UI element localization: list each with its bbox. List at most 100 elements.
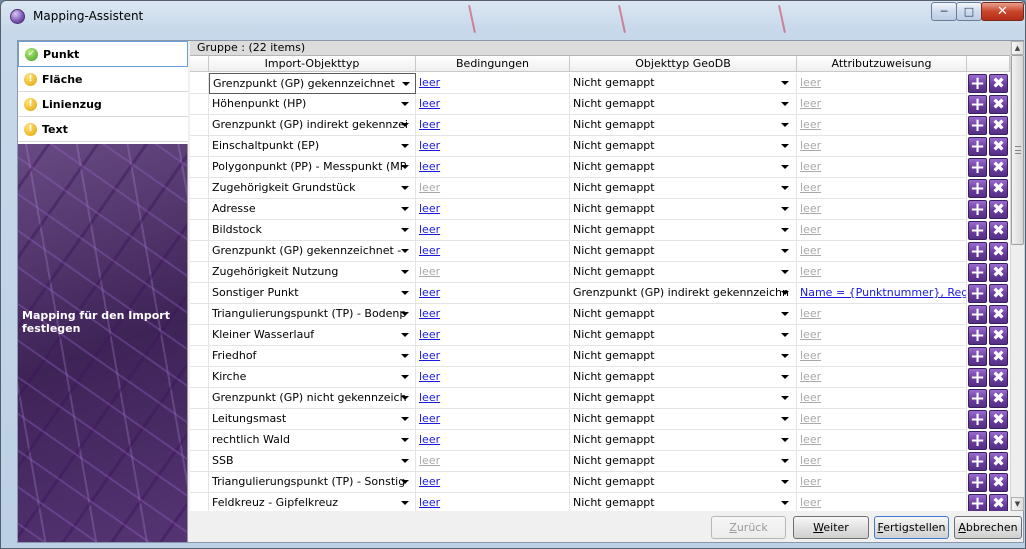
geodb-type-combo[interactable]: Nicht gemappt [570,178,797,199]
import-type-combo[interactable]: Leitungsmast [209,409,416,430]
table-row[interactable]: Leitungsmast leer Nicht gemappt leer + ✖ [190,409,1010,430]
dropdown-arrow-icon[interactable] [781,165,789,169]
conditions-link[interactable]: leer [419,202,440,215]
row-indicator[interactable] [190,472,209,493]
attribute-assignment-link[interactable]: leer [800,307,821,320]
attribute-assignment-cell[interactable]: Name = {Punktnummer}, Region [797,283,967,304]
dropdown-arrow-icon[interactable] [401,417,409,421]
row-indicator[interactable] [190,367,209,388]
dropdown-arrow-icon[interactable] [402,82,410,86]
add-row-button[interactable]: + [968,74,987,93]
row-indicator[interactable] [190,136,209,157]
column-header-import-type[interactable]: Import-Objekttyp [209,56,416,72]
add-row-button[interactable]: + [968,305,987,324]
row-indicator[interactable] [190,178,209,199]
table-row[interactable]: Kirche leer Nicht gemappt leer + ✖ [190,367,1010,388]
add-row-button[interactable]: + [968,326,987,345]
geodb-type-combo[interactable]: Nicht gemappt [570,73,797,94]
attribute-assignment-cell[interactable]: leer [797,115,967,136]
row-indicator[interactable] [190,409,209,430]
attribute-assignment-link[interactable]: leer [800,391,821,404]
delete-row-button[interactable]: ✖ [989,284,1008,303]
row-indicator[interactable] [190,73,209,94]
add-row-button[interactable]: + [968,347,987,366]
attribute-assignment-link[interactable]: leer [800,244,821,257]
import-type-combo[interactable]: Kirche [209,367,416,388]
conditions-cell[interactable]: leer [416,451,570,472]
add-row-button[interactable]: + [968,137,987,156]
row-indicator[interactable] [190,199,209,220]
conditions-cell[interactable]: leer [416,73,570,94]
finish-button[interactable]: Fertigstellen [874,516,949,539]
import-type-combo[interactable]: Grenzpunkt (GP) gekennzeichnet - [209,241,416,262]
attribute-assignment-cell[interactable]: leer [797,220,967,241]
row-indicator[interactable] [190,157,209,178]
column-header-geodb-type[interactable]: Objekttyp GeoDB [570,56,797,72]
dropdown-arrow-icon[interactable] [781,186,789,190]
conditions-link[interactable]: leer [419,496,440,509]
conditions-cell[interactable]: leer [416,157,570,178]
delete-row-button[interactable]: ✖ [989,494,1008,511]
add-row-button[interactable]: + [968,179,987,198]
row-indicator[interactable] [190,325,209,346]
geodb-type-combo[interactable]: Nicht gemappt [570,241,797,262]
import-type-combo[interactable]: Triangulierungspunkt (TP) - Sonstig [209,472,416,493]
table-row[interactable]: Kleiner Wasserlauf leer Nicht gemappt leer +… [190,325,1010,346]
attribute-assignment-link[interactable]: leer [800,412,821,425]
add-row-button[interactable]: + [968,494,987,511]
attribute-assignment-link[interactable]: leer [800,139,821,152]
conditions-cell[interactable]: leer [416,472,570,493]
geodb-type-combo[interactable]: Nicht gemappt [570,94,797,115]
conditions-cell[interactable]: leer [416,178,570,199]
geodb-type-combo[interactable]: Nicht gemappt [570,409,797,430]
conditions-link[interactable]: leer [419,391,440,404]
table-row[interactable]: Adresse leer Nicht gemappt leer + ✖ [190,199,1010,220]
geodb-type-combo[interactable]: Nicht gemappt [570,199,797,220]
geodb-type-combo[interactable]: Nicht gemappt [570,325,797,346]
conditions-link[interactable]: leer [419,454,440,467]
dropdown-arrow-icon[interactable] [401,165,409,169]
add-row-button[interactable]: + [968,368,987,387]
dropdown-arrow-icon[interactable] [401,480,409,484]
delete-row-button[interactable]: ✖ [989,200,1008,219]
geodb-type-combo[interactable]: Nicht gemappt [570,157,797,178]
dropdown-arrow-icon[interactable] [781,249,789,253]
add-row-button[interactable]: + [968,95,987,114]
geodb-type-combo[interactable]: Grenzpunkt (GP) indirekt gekennzeichn [570,283,797,304]
attribute-assignment-link[interactable]: leer [800,118,821,131]
group-header[interactable]: Gruppe : (22 items) [190,41,1010,56]
import-type-combo[interactable]: Polygonpunkt (PP) - Messpunkt (MP [209,157,416,178]
table-row[interactable]: Höhenpunkt (HP) leer Nicht gemappt leer + ✖ [190,94,1010,115]
table-row[interactable]: Zugehörigkeit Grundstück leer Nicht gemapp… [190,178,1010,199]
row-indicator[interactable] [190,220,209,241]
nav-item-text[interactable]: ! Text [18,117,188,142]
attribute-assignment-cell[interactable]: leer [797,136,967,157]
conditions-link[interactable]: leer [419,97,440,110]
attribute-assignment-link[interactable]: leer [800,454,821,467]
column-header-attribute-assignment[interactable]: Attributzuweisung [797,56,967,72]
back-button[interactable]: Zurück [711,516,786,539]
geodb-type-combo[interactable]: Nicht gemappt [570,262,797,283]
import-type-combo[interactable]: Höhenpunkt (HP) [209,94,416,115]
geodb-type-combo[interactable]: Nicht gemappt [570,304,797,325]
table-row[interactable]: SSB leer Nicht gemappt leer + ✖ [190,451,1010,472]
attribute-assignment-link[interactable]: leer [800,97,821,110]
geodb-type-combo[interactable]: Nicht gemappt [570,346,797,367]
table-row[interactable]: Triangulierungspunkt (TP) - Sonstig leer N… [190,472,1010,493]
delete-row-button[interactable]: ✖ [989,179,1008,198]
delete-row-button[interactable]: ✖ [989,347,1008,366]
attribute-assignment-cell[interactable]: leer [797,94,967,115]
dropdown-arrow-icon[interactable] [781,81,789,85]
table-row[interactable]: Grenzpunkt (GP) nicht gekennzeich leer Nic… [190,388,1010,409]
attribute-assignment-cell[interactable]: leer [797,241,967,262]
import-type-combo[interactable]: rechtlich Wald [209,430,416,451]
conditions-cell[interactable]: leer [416,94,570,115]
dropdown-arrow-icon[interactable] [781,438,789,442]
conditions-link[interactable]: leer [419,370,440,383]
delete-row-button[interactable]: ✖ [989,116,1008,135]
dropdown-arrow-icon[interactable] [781,144,789,148]
attribute-assignment-cell[interactable]: leer [797,493,967,511]
conditions-link[interactable]: leer [419,433,440,446]
attribute-assignment-link[interactable]: leer [800,475,821,488]
delete-row-button[interactable]: ✖ [989,158,1008,177]
